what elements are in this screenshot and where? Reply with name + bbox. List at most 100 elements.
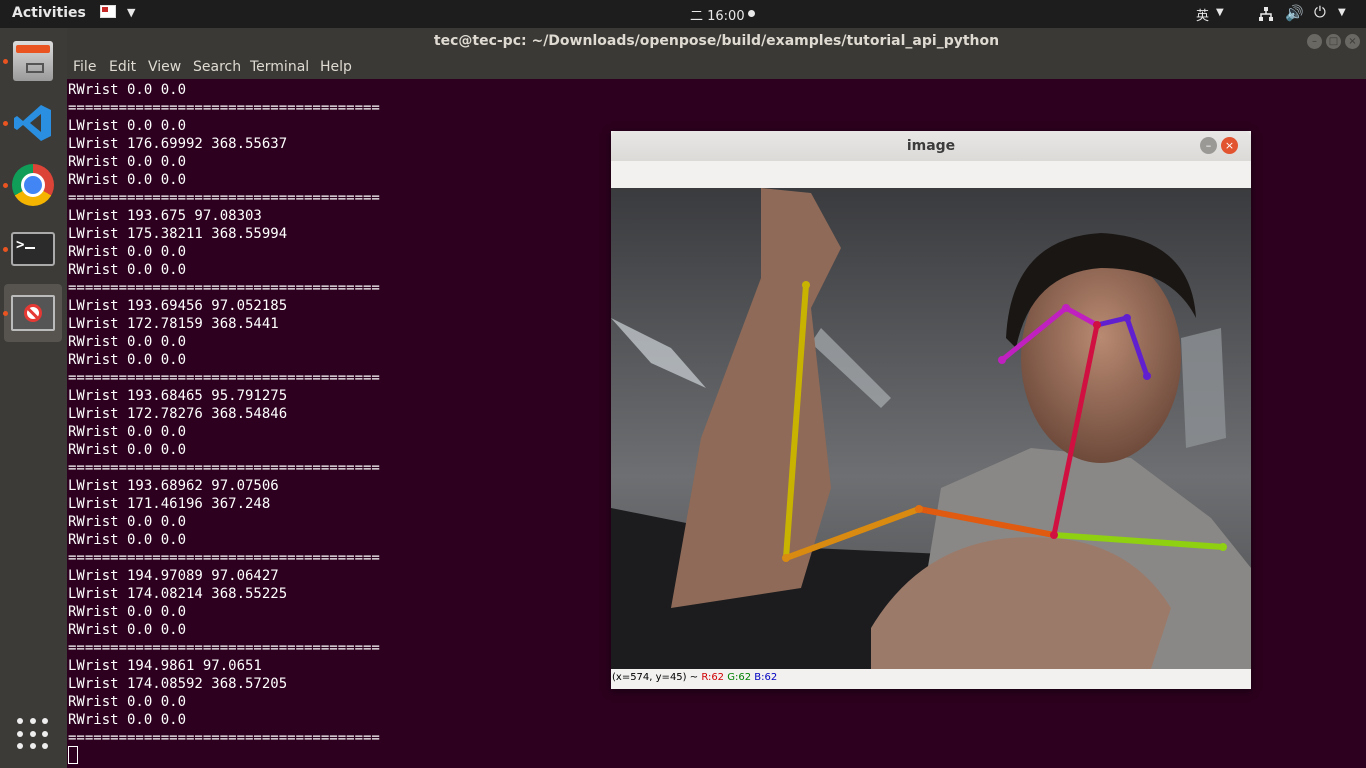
camera-frame-with-pose[interactable] [611, 188, 1251, 669]
files-icon [13, 41, 53, 81]
terminal-line: RWrist 0.0 0.0 [68, 334, 187, 350]
dock: > [0, 28, 67, 768]
menu-help[interactable]: Help [320, 59, 352, 75]
terminal-line: LWrist 194.97089 97.06427 [68, 568, 279, 584]
pose-keypoint [1050, 531, 1058, 539]
notification-dot-icon [748, 10, 755, 17]
terminal-line: LWrist 172.78159 368.5441 [68, 316, 279, 332]
terminal-menubar: File Edit View Search Terminal Help [67, 55, 1366, 79]
terminal-line: RWrist 0.0 0.0 [68, 244, 187, 260]
menu-terminal[interactable]: Terminal [250, 59, 309, 75]
terminal-line: ===================================== [68, 460, 380, 476]
image-window-controls: – × [1200, 137, 1238, 154]
image-window-title: image [611, 131, 1251, 161]
status-coords: (x=574, y=45) ~ [612, 672, 699, 683]
terminal-line: LWrist 193.675 97.08303 [68, 208, 262, 224]
terminal-line: RWrist 0.0 0.0 [68, 694, 187, 710]
ceiling-light [1181, 328, 1226, 448]
terminal-line: LWrist 172.78276 368.54846 [68, 406, 288, 422]
chevron-down-icon[interactable]: ▼ [1338, 7, 1346, 18]
terminal-line: RWrist 0.0 0.0 [68, 352, 187, 368]
pose-keypoint [802, 281, 810, 289]
dock-image-viewer[interactable] [3, 284, 62, 342]
terminal-line: RWrist 0.0 0.0 [68, 424, 187, 440]
menu-file[interactable]: File [73, 59, 96, 75]
terminal-line: ===================================== [68, 730, 380, 746]
terminal-line: ===================================== [68, 550, 380, 566]
running-indicator [3, 183, 8, 188]
terminal-line: RWrist 0.0 0.0 [68, 622, 187, 638]
terminal-line: LWrist 176.69992 368.55637 [68, 136, 288, 152]
terminal-line: LWrist 193.68465 95.791275 [68, 388, 288, 404]
vscode-icon [14, 105, 51, 141]
chevron-down-icon[interactable]: ▼ [1216, 7, 1224, 18]
dock-files[interactable] [3, 32, 62, 90]
network-icon[interactable] [1258, 6, 1274, 26]
terminal-line: LWrist 174.08592 368.57205 [68, 676, 288, 692]
clock[interactable]: 二 16:00 [690, 5, 745, 24]
input-method-indicator[interactable]: 英 [1196, 5, 1209, 24]
top-bar: Activities ▼ 二 16:00 英 ▼ 🔊 ⏻ ▼ [0, 0, 1366, 28]
menu-search[interactable]: Search [193, 59, 241, 75]
terminal-line: RWrist 0.0 0.0 [68, 262, 187, 278]
terminal-line: RWrist 0.0 0.0 [68, 172, 187, 188]
pose-keypoint [1093, 321, 1101, 329]
terminal-line: RWrist 0.0 0.0 [68, 442, 187, 458]
running-indicator [3, 247, 8, 252]
menu-edit[interactable]: Edit [109, 59, 136, 75]
dock-chrome[interactable] [3, 156, 62, 214]
minimize-icon[interactable]: – [1200, 137, 1217, 154]
window-controls: – □ × [1307, 34, 1360, 49]
terminal-line: ===================================== [68, 370, 380, 386]
status-blue: B:62 [754, 672, 778, 683]
terminal-line: LWrist 0.0 0.0 [68, 118, 187, 134]
power-icon[interactable]: ⏻ [1314, 3, 1326, 21]
terminal-icon: > [11, 232, 55, 266]
terminal-line: ===================================== [68, 100, 380, 116]
pose-keypoint [1143, 372, 1151, 380]
running-indicator [3, 311, 8, 316]
show-applications-icon[interactable] [17, 718, 50, 751]
maximize-icon[interactable]: □ [1326, 34, 1341, 49]
status-green: G:62 [727, 672, 752, 683]
terminal-line: LWrist 193.68962 97.07506 [68, 478, 279, 494]
terminal-line: RWrist 0.0 0.0 [68, 532, 187, 548]
pose-keypoint [998, 356, 1006, 364]
dock-vscode[interactable] [3, 94, 62, 152]
terminal-line: RWrist 0.0 0.0 [68, 604, 187, 620]
pose-keypoint [1062, 304, 1070, 312]
volume-icon[interactable]: 🔊 [1285, 4, 1304, 22]
terminal-line: RWrist 0.0 0.0 [68, 154, 187, 170]
terminal-line: ===================================== [68, 190, 380, 206]
dock-terminal[interactable]: > [3, 220, 62, 278]
close-icon[interactable]: × [1345, 34, 1360, 49]
chevron-down-icon[interactable]: ▼ [127, 6, 135, 19]
terminal-line: LWrist 193.69456 97.052185 [68, 298, 288, 314]
terminal-line: ===================================== [68, 640, 380, 656]
app-menu-icon[interactable] [100, 4, 116, 18]
activities-button[interactable]: Activities [12, 5, 86, 21]
terminal-line: LWrist 174.08214 368.55225 [68, 586, 288, 602]
terminal-lines: RWrist 0.0 0.0 ==========================… [68, 81, 380, 747]
terminal-line: ===================================== [68, 280, 380, 296]
image-window: image – × (x=574, y=45) ~ R:62 G:62 B:62 [611, 131, 1251, 689]
terminal-line: RWrist 0.0 0.0 [68, 712, 187, 728]
running-indicator [3, 121, 8, 126]
terminal-title: tec@tec-pc: ~/Downloads/openpose/build/e… [67, 28, 1366, 55]
pose-keypoint [1123, 314, 1131, 322]
running-indicator [3, 59, 8, 64]
terminal-line: RWrist 0.0 0.0 [68, 514, 187, 530]
image-toolbar [611, 161, 1251, 188]
terminal-cursor [68, 746, 78, 764]
menu-view[interactable]: View [148, 59, 181, 75]
terminal-line: LWrist 175.38211 368.55994 [68, 226, 288, 242]
terminal-line: LWrist 194.9861 97.0651 [68, 658, 262, 674]
blocked-app-icon [11, 295, 55, 331]
image-status-bar: (x=574, y=45) ~ R:62 G:62 B:62 [612, 672, 777, 683]
pose-keypoint [915, 505, 923, 513]
status-red: R:62 [701, 672, 725, 683]
terminal-line: LWrist 171.46196 367.248 [68, 496, 271, 512]
terminal-line: RWrist 0.0 0.0 [68, 82, 187, 98]
close-icon[interactable]: × [1221, 137, 1238, 154]
minimize-icon[interactable]: – [1307, 34, 1322, 49]
